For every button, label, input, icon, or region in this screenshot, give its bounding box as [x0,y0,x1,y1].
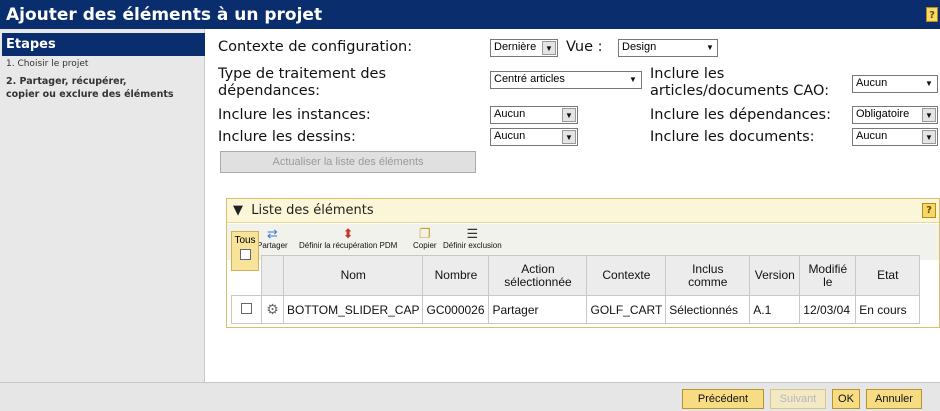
chevron-down-icon: ▼ [922,130,936,144]
deps-select-value: Obligatoire [856,108,910,120]
cell-number: GC000026 [422,295,490,324]
step-share-retrieve-line2: copier ou exclure des éléments [6,89,174,100]
dep-type-label-1: Type de traitement des [218,66,387,82]
cell-context: GOLF_CART [586,295,667,324]
window-title-bar: Ajouter des éléments à un projet [0,0,940,29]
share-icon: ⇄ [266,226,278,241]
chevron-down-icon: ▼ [542,41,556,55]
items-table: Nom Nombre Action sélectionnée Contexte … [231,255,921,324]
next-button[interactable]: Suivant [770,389,826,409]
define-pdm-retrieve-button[interactable]: ⬍ Définir la récupération PDM [299,226,397,250]
define-exclusion-button[interactable]: ☰ Définir exclusion [443,226,502,250]
exclusion-icon: ☰ [466,226,479,241]
column-header-version[interactable]: Version [749,255,801,296]
chevron-down-icon: ▼ [629,75,637,84]
table-header-row: Nom Nombre Action sélectionnée Contexte … [232,255,921,296]
dep-type-select-value: Centré articles [494,73,565,85]
copy-button[interactable]: ❐ Copier [413,226,437,250]
context-select[interactable]: Dernière ▼ [490,39,558,57]
ok-button[interactable]: OK [832,389,860,409]
cell-included-as: Sélectionnés [665,295,751,324]
copy-icon: ❐ [418,226,431,241]
vue-select-value: Design [622,41,657,53]
cell-action: Partager [488,295,588,324]
page-title: Ajouter des éléments à un projet [6,5,323,25]
cell-version: A.1 [749,295,801,324]
part-gear-icon: ⚙ [261,295,284,324]
instances-label: Inclure les instances: [218,107,371,123]
deps-label: Inclure les dépendances: [650,107,831,123]
deps-select[interactable]: Obligatoire ▼ [852,106,938,124]
column-header-nombre[interactable]: Nombre [422,255,490,296]
items-list-header: ▼ Liste des éléments ? [227,199,939,223]
refresh-list-button[interactable]: Actualiser la liste des éléments [220,151,476,173]
cell-name[interactable]: BOTTOM_SLIDER_CAP [282,295,424,324]
cancel-button[interactable]: Annuler [866,389,922,409]
column-header-inclus[interactable]: Inclus comme [665,255,751,296]
chevron-down-icon: ▼ [925,79,933,88]
previous-button[interactable]: Précédent [682,389,764,409]
column-header-nom[interactable]: Nom [282,255,424,296]
chevron-down-icon: ▼ [922,108,936,122]
panel-help-button[interactable]: ? [922,203,936,218]
help-button[interactable]: ? [926,7,938,22]
step-share-retrieve-line1: 2. Partager, récupérer, [6,76,127,87]
instances-select-value: Aucun [494,108,526,120]
instances-select[interactable]: Aucun ▼ [490,106,578,124]
step-choose-project[interactable]: 1. Choisir le projet [0,56,204,69]
dep-type-label-2: dépendances: [218,83,321,99]
column-header-etat[interactable]: Etat [855,255,921,296]
icon-column-header [261,255,284,296]
cell-state: En cours [855,295,921,324]
cad-label-1: Inclure les [650,66,725,82]
collapse-triangle-icon[interactable]: ▼ [233,203,243,218]
vue-select[interactable]: Design ▼ [618,39,718,57]
cad-label-2: articles/documents CAO: [650,83,830,99]
chevron-down-icon: ▼ [706,43,714,52]
items-list-title: Liste des éléments [251,203,374,218]
checkbox-column-header [232,256,262,296]
define-exclusion-label: Définir exclusion [443,241,502,250]
chevron-down-icon: ▼ [562,108,576,122]
steps-header: Etapes [2,33,205,56]
cad-select[interactable]: Aucun ▼ [852,75,938,93]
copy-button-label: Copier [413,241,437,250]
select-all-label: Tous [234,235,256,246]
context-select-value: Dernière [494,41,537,53]
cad-select-value: Aucun [856,77,888,89]
docs-select[interactable]: Aucun ▼ [852,128,938,146]
share-button[interactable]: ⇄ Partager [257,226,288,250]
items-list-panel: ▼ Liste des éléments ? ⇄ Partager ⬍ Défi… [226,198,940,328]
context-label: Contexte de configuration: [218,39,413,55]
drawings-select-value: Aucun [494,130,526,142]
vue-label: Vue : [566,39,603,55]
define-pdm-retrieve-label: Définir la récupération PDM [299,241,398,250]
row-checkbox[interactable] [241,302,252,314]
pdm-retrieve-icon: ⬍ [342,226,354,241]
steps-sidebar: Etapes 1. Choisir le projet 2. Partager,… [0,29,205,382]
column-header-action[interactable]: Action sélectionnée [488,255,588,296]
share-button-label: Partager [257,241,288,250]
wizard-footer: Précédent Suivant OK Annuler [0,382,940,411]
drawings-label: Inclure les dessins: [218,129,356,145]
cell-modified: 12/03/04 [799,295,857,324]
column-header-modifie[interactable]: Modifié le [799,255,857,296]
row-checkbox-cell [231,295,262,324]
dep-type-select[interactable]: Centré articles ▼ [490,71,642,89]
step-share-retrieve: 2. Partager, récupérer, copier ou exclur… [0,69,204,101]
chevron-down-icon: ▼ [562,130,576,144]
drawings-select[interactable]: Aucun ▼ [490,128,578,146]
column-header-contexte[interactable]: Contexte [586,255,667,296]
docs-label: Inclure les documents: [650,129,815,145]
docs-select-value: Aucun [856,130,888,142]
table-row: ⚙ BOTTOM_SLIDER_CAP GC000026 Partager GO… [231,295,921,324]
